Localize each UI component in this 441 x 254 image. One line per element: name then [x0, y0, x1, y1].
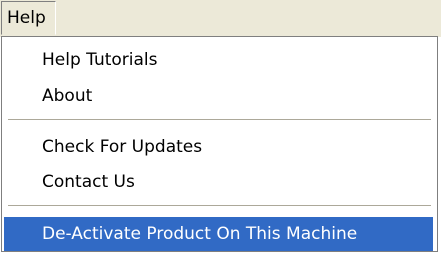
menu-separator — [8, 205, 431, 207]
menu-item-deactivate-product[interactable]: De-Activate Product On This Machine — [4, 217, 433, 251]
menu-item-help-tutorials[interactable]: Help Tutorials — [4, 43, 433, 77]
menu-item-check-for-updates[interactable]: Check For Updates — [4, 130, 433, 164]
menu-separator — [8, 119, 431, 121]
menu-item-about[interactable]: About — [4, 79, 433, 113]
menu-help[interactable]: Help — [1, 1, 56, 35]
help-dropdown-menu: Help Tutorials About Check For Updates C… — [1, 36, 438, 252]
menu-item-contact-us[interactable]: Contact Us — [4, 165, 433, 199]
menu-bar: Help — [0, 0, 441, 37]
